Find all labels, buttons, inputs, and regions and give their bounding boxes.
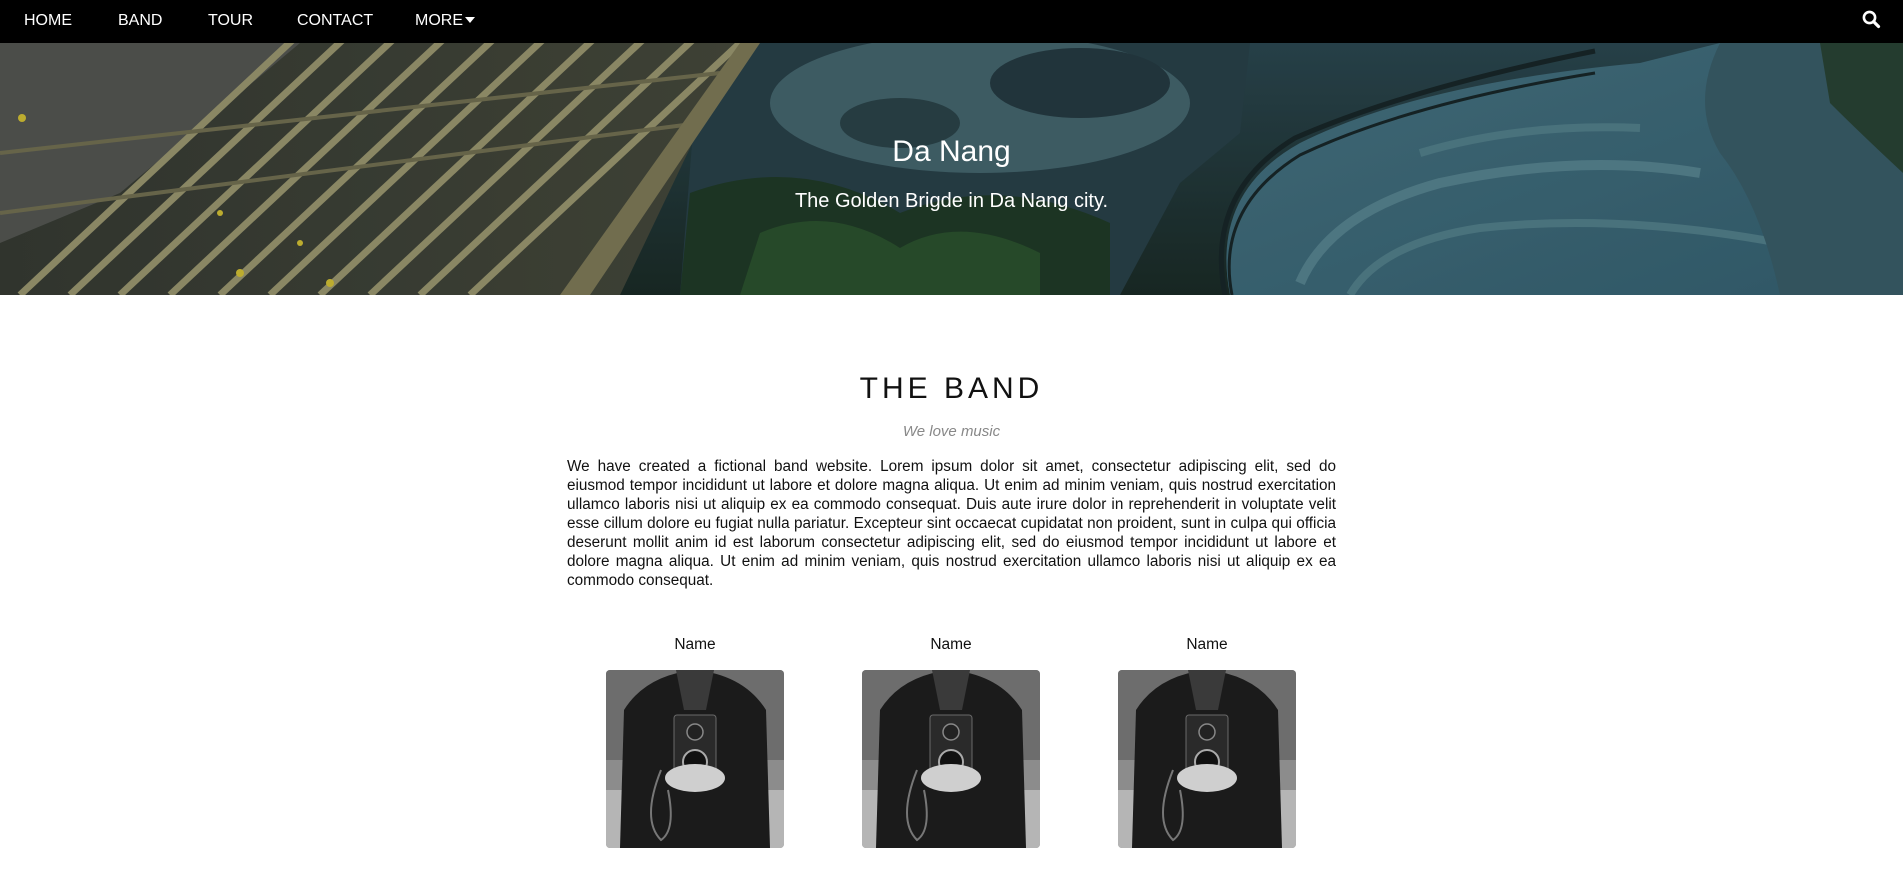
nav-more-label: MORE bbox=[415, 12, 463, 29]
band-member: Name bbox=[606, 636, 784, 848]
member-name: Name bbox=[930, 636, 972, 653]
band-member: Name bbox=[1118, 636, 1296, 848]
member-name: Name bbox=[1186, 636, 1228, 653]
hero-banner: Da Nang The Golden Brigde in Da Nang cit… bbox=[0, 43, 1903, 295]
band-member: Name bbox=[862, 636, 1040, 848]
nav-more[interactable]: MORE bbox=[415, 0, 475, 43]
nav-home[interactable]: HOME bbox=[24, 0, 72, 43]
hero-image bbox=[0, 43, 1903, 295]
band-title: THE BAND bbox=[859, 372, 1044, 405]
caret-down-icon bbox=[465, 17, 475, 23]
search-icon[interactable] bbox=[1861, 9, 1883, 31]
band-description: We have created a fictional band website… bbox=[567, 458, 1336, 589]
member-photo[interactable] bbox=[1118, 670, 1296, 848]
member-name: Name bbox=[674, 636, 716, 653]
hero-title: Da Nang bbox=[892, 135, 1011, 168]
nav-tour[interactable]: TOUR bbox=[208, 0, 253, 43]
band-tagline: We love music bbox=[902, 423, 1001, 440]
nav-band[interactable]: BAND bbox=[118, 0, 162, 43]
nav-contact[interactable]: CONTACT bbox=[297, 0, 373, 43]
top-nav: HOME BAND TOUR CONTACT MORE bbox=[0, 0, 1903, 43]
member-photo[interactable] bbox=[862, 670, 1040, 848]
hero-subtitle: The Golden Brigde in Da Nang city. bbox=[794, 190, 1109, 212]
member-photo[interactable] bbox=[606, 670, 784, 848]
